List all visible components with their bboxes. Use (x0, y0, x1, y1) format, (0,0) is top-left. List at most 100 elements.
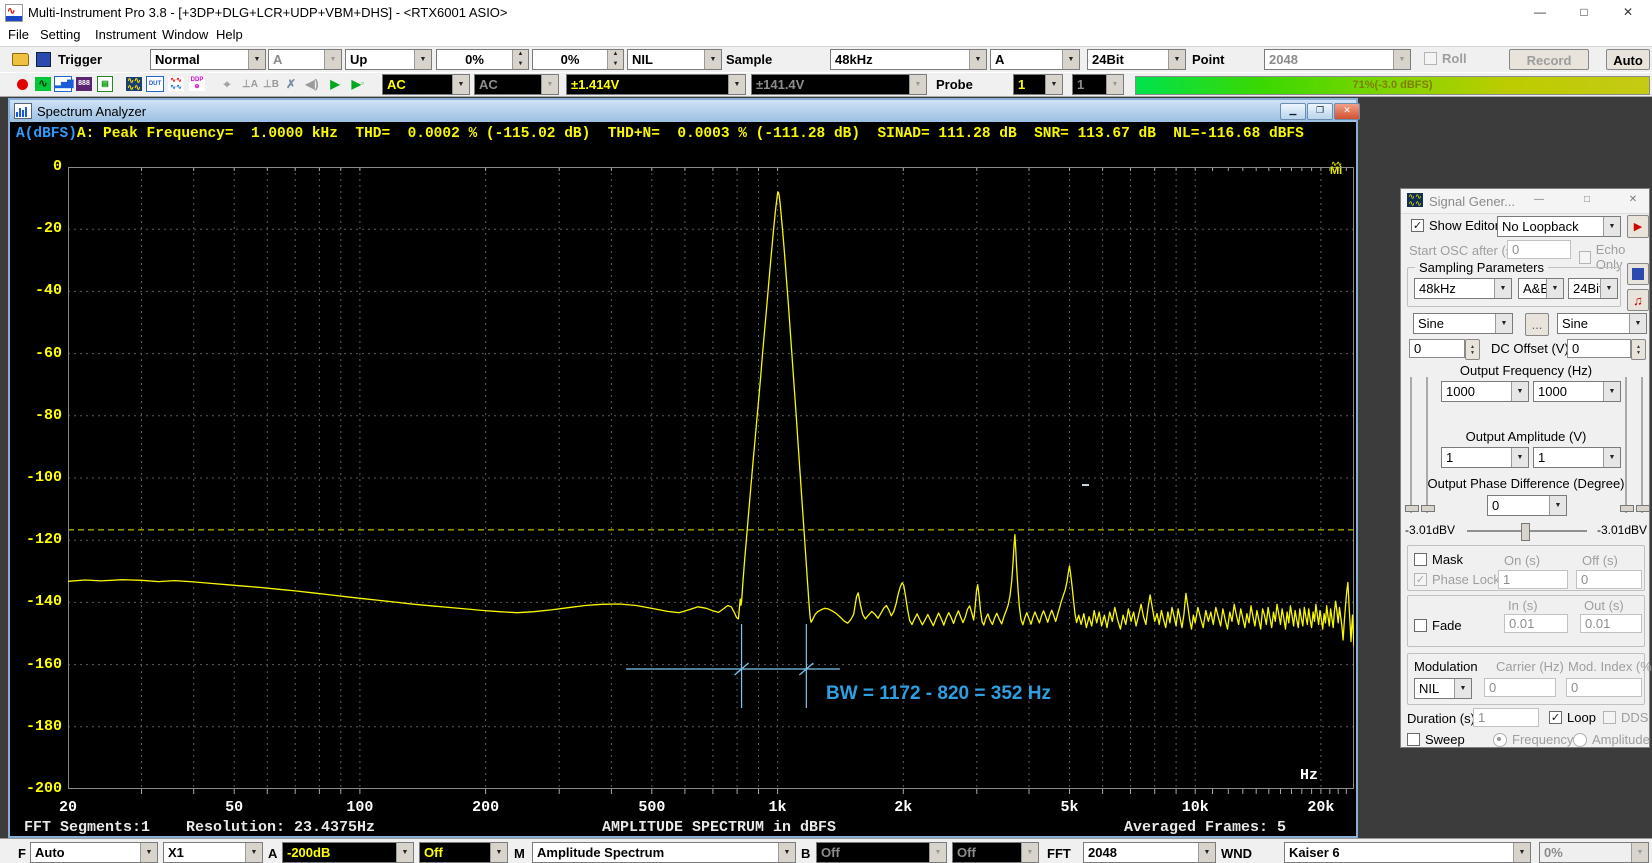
save-icon[interactable] (33, 49, 53, 69)
loop-checkbox[interactable]: ✓Loop (1549, 710, 1596, 725)
open-file-icon[interactable] (10, 49, 30, 69)
maximize-icon[interactable]: □ (1577, 194, 1597, 208)
close-icon[interactable]: ✕ (1606, 0, 1650, 24)
start-generator-button[interactable]: ▶ (1627, 215, 1649, 238)
fader-handle[interactable] (1405, 505, 1419, 512)
frequency-range-combo[interactable]: Auto▼ (30, 842, 158, 863)
restore-icon[interactable]: ❐ (1307, 103, 1333, 120)
level-fader-b-left[interactable] (1426, 377, 1428, 513)
sample-channel-combo[interactable]: A▼ (990, 49, 1080, 70)
b-range-combo[interactable]: Off▼ (816, 842, 947, 863)
auto-button[interactable]: Auto (1606, 49, 1650, 70)
sweep-amplitude-radio[interactable]: Amplitude (1573, 732, 1650, 747)
level-fader-b-right[interactable] (1641, 377, 1643, 513)
points-combo[interactable]: 2048▼ (1264, 49, 1411, 70)
run-icon[interactable]: ▶ (325, 74, 345, 94)
phase-lock-checkbox[interactable]: ✓Phase Lock (1414, 572, 1500, 587)
derived-series-icon[interactable]: ∿∿∿∿ (166, 74, 186, 94)
menu-instrument[interactable]: Instrument (95, 27, 156, 42)
fader-handle[interactable] (1421, 505, 1435, 512)
frequency-a-combo[interactable]: 1000▼ (1441, 381, 1529, 402)
mod-index-input[interactable]: 0 (1566, 678, 1642, 697)
dds-checkbox[interactable]: DDS (1603, 710, 1648, 725)
fft-size-combo[interactable]: 2048▼ (1083, 842, 1216, 863)
trigger-level-spinner[interactable]: 0%▲▼ (436, 49, 529, 70)
phase-combo[interactable]: 0▼ (1487, 495, 1567, 516)
maximize-icon[interactable]: □ (1562, 0, 1606, 24)
b-ref-combo[interactable]: Off▼ (952, 842, 1039, 863)
trigger-delay-spinner[interactable]: 0%▲▼ (532, 49, 624, 70)
minimize-icon[interactable]: ▁ (1280, 103, 1306, 120)
close-icon[interactable]: ✕ (1623, 194, 1643, 208)
music-note-icon[interactable]: ♫ (1627, 289, 1649, 311)
mask-checkbox[interactable]: Mask (1414, 552, 1463, 567)
menu-file[interactable]: File (8, 27, 29, 42)
modulation-combo[interactable]: NIL▼ (1414, 678, 1472, 699)
waveform-a-combo[interactable]: Sine▼ (1413, 313, 1513, 334)
bandwidth-marker-lines[interactable] (626, 624, 840, 708)
dc-offset-b-input[interactable]: 0 (1567, 339, 1631, 358)
dc-offset-a-spinner[interactable]: ▲▼ (1465, 339, 1480, 360)
fade-in-input[interactable]: 0.01 (1504, 614, 1568, 633)
data-logger-icon[interactable]: ▤ (95, 74, 115, 94)
menu-setting[interactable]: Setting (40, 27, 80, 42)
close-icon[interactable]: ✕ (1334, 103, 1360, 120)
multimeter-icon[interactable]: 888 (74, 74, 94, 94)
waveform-b-combo[interactable]: Sine▼ (1557, 313, 1647, 334)
coupling-a-combo[interactable]: AC▼ (382, 74, 470, 95)
ddp-viewer-icon[interactable]: DDP⊕ (187, 74, 207, 94)
speaker-icon[interactable]: ◀) (302, 74, 322, 94)
sweep-frequency-radio[interactable]: Frequency (1493, 732, 1573, 747)
loopback-combo[interactable]: No Loopback▼ (1497, 216, 1621, 237)
fade-out-input[interactable]: 0.01 (1580, 614, 1642, 633)
start-osc-input[interactable]: 0 (1507, 240, 1571, 259)
calibration-icon[interactable]: ⌖ (217, 74, 237, 94)
gen-bits-combo[interactable]: 24Bit▼ (1568, 278, 1618, 299)
level-fader-a-right[interactable] (1625, 377, 1627, 513)
generator-title-bar[interactable]: ∿∿∿∿ Signal Gener... — □ ✕ (1401, 189, 1649, 214)
a-range-combo[interactable]: -200dB▼ (282, 842, 414, 863)
hpf-combo[interactable]: NIL▼ (627, 49, 722, 70)
fader-handle[interactable] (1636, 505, 1650, 512)
duration-input[interactable]: 1 (1473, 708, 1539, 727)
level-fader-a-left[interactable] (1410, 377, 1412, 513)
oscilloscope-icon[interactable]: ∿ (33, 74, 53, 94)
coupling-b-combo[interactable]: AC▼ (474, 74, 559, 95)
window-function-combo[interactable]: Kaiser 6▼ (1284, 842, 1531, 863)
run-loop-icon[interactable]: ▶○ (348, 74, 368, 94)
mask-on-input[interactable]: 1 (1498, 570, 1568, 589)
record-icon[interactable] (12, 74, 32, 94)
spectrum-analyzer-icon[interactable]: ▂▅▇ (53, 74, 73, 94)
trigger-source-combo[interactable]: A▼ (268, 49, 342, 70)
probe-calibration-icon[interactable]: ✗ (281, 74, 301, 94)
minimize-icon[interactable]: — (1518, 0, 1562, 24)
spectrum-plot[interactable] (68, 167, 1354, 797)
menu-help[interactable]: Help (216, 27, 243, 42)
sweep-checkbox[interactable]: Sweep (1407, 732, 1465, 747)
a-ref-combo[interactable]: Off▼ (419, 842, 508, 863)
amplitude-a-combo[interactable]: 1▼ (1441, 447, 1529, 468)
menu-window[interactable]: Window (162, 27, 208, 42)
zoom-combo[interactable]: X1▼ (163, 842, 263, 863)
marker-b-icon[interactable]: ⊥B (261, 74, 281, 94)
trigger-edge-combo[interactable]: Up▼ (345, 49, 432, 70)
balance-slider-handle[interactable] (1521, 523, 1530, 541)
minimize-icon[interactable]: — (1529, 194, 1549, 208)
overlap-combo[interactable]: 0%▼ (1539, 842, 1649, 863)
amplitude-b-combo[interactable]: 1▼ (1533, 447, 1621, 468)
carrier-input[interactable]: 0 (1484, 678, 1556, 697)
range-b-combo[interactable]: ±141.4V▼ (751, 74, 927, 95)
fader-handle[interactable] (1620, 505, 1634, 512)
show-editor-checkbox[interactable]: ✓Show Editor (1411, 218, 1499, 233)
range-a-combo[interactable]: ±1.414V▼ (566, 74, 746, 95)
frequency-b-combo[interactable]: 1000▼ (1533, 381, 1621, 402)
dc-offset-b-spinner[interactable]: ▲▼ (1631, 339, 1646, 360)
signal-generator-icon[interactable]: ∿∿∿∿ (124, 74, 144, 94)
mask-off-input[interactable]: 0 (1576, 570, 1642, 589)
fade-checkbox[interactable]: Fade (1414, 618, 1462, 633)
probe-a-combo[interactable]: 1▼ (1013, 74, 1063, 95)
marker-a-icon[interactable]: ⊥A (240, 74, 260, 94)
bit-depth-combo[interactable]: 24Bit▼ (1087, 49, 1186, 70)
sample-rate-combo[interactable]: 48kHz▼ (830, 49, 987, 70)
trigger-mode-combo[interactable]: Normal▼ (150, 49, 266, 70)
